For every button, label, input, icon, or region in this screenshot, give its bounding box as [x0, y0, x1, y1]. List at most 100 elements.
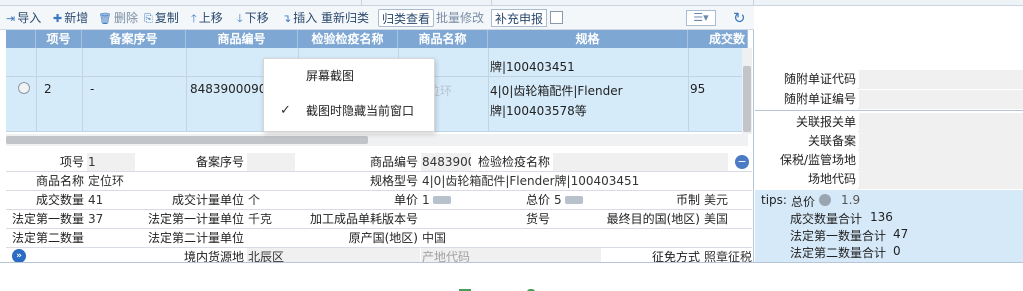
- deal-qty-field[interactable]: 41: [87, 191, 135, 209]
- currency-label: 币制: [614, 191, 702, 209]
- col-divider: [186, 77, 187, 132]
- goods-name-field[interactable]: 定位环: [87, 172, 295, 190]
- inspection-name-field[interactable]: [553, 153, 728, 171]
- site-code-label: 场地代码: [755, 170, 858, 189]
- scrollbar-thumb[interactable]: [743, 66, 751, 132]
- batch-edit-button[interactable]: 批量修改: [436, 9, 484, 27]
- classify-view-button[interactable]: 归类查看: [378, 9, 435, 27]
- move-up-button[interactable]: 🡑 上移: [191, 9, 223, 27]
- doc-no-row: 随附单证编号: [755, 90, 1023, 109]
- legal-unit2-label: 法定第二计量单位: [136, 229, 246, 247]
- header-goods-code[interactable]: 商品编号: [186, 30, 298, 48]
- currency-field[interactable]: 美元: [703, 191, 752, 209]
- header-goods-name[interactable]: 商品名称: [398, 30, 488, 48]
- tips-total-price-label: 总价: [791, 195, 816, 209]
- col-divider: [36, 48, 37, 76]
- doc-code-field[interactable]: [859, 70, 1023, 89]
- import-label: 导入: [17, 11, 42, 25]
- move-down-button[interactable]: 🡓 下移: [237, 9, 269, 27]
- tips-summary: tips: 总价 1.9 成交数量合计 136 法定第一数量合计 47 法定第二…: [755, 190, 1023, 262]
- grid-header: 项号 备案序号 商品编号 检验检疫名称 商品名称 规格 成交数: [6, 30, 748, 48]
- tips-deal-qty-total-label: 成交数量合计: [790, 212, 863, 226]
- col-divider: [82, 77, 83, 132]
- column-menu-button[interactable]: ☰▾: [686, 10, 716, 26]
- move-up-label: 上移: [198, 11, 223, 25]
- item-no-field[interactable]: 1: [87, 153, 135, 171]
- legal-unit2-field[interactable]: [247, 229, 295, 247]
- legal-unit1-field[interactable]: 千克: [247, 210, 295, 228]
- goods-code-field[interactable]: 8483900: [421, 153, 471, 171]
- deal-unit-field[interactable]: 个: [247, 191, 295, 209]
- row-select-radio[interactable]: [18, 82, 30, 94]
- tips-prefix: tips:: [761, 193, 787, 207]
- cargo-no-field[interactable]: [553, 210, 603, 228]
- menu-item-hide-window[interactable]: ✓ 截图时隐藏当前窗口: [264, 99, 436, 123]
- row2-item-no: 2: [44, 82, 52, 96]
- spec-field[interactable]: 4|0|齿轮箱配件|Flender牌|100403451: [421, 172, 752, 190]
- doc-no-label: 随附单证编号: [755, 90, 858, 109]
- doc-no-field[interactable]: [859, 90, 1023, 109]
- delete-button[interactable]: 🗑 删除: [98, 9, 138, 27]
- related-record-field[interactable]: [859, 132, 1023, 151]
- origin-field[interactable]: 中国: [421, 229, 752, 247]
- plus-icon: ✚: [53, 12, 63, 25]
- side-panel-blank: [755, 6, 1023, 66]
- inspection-name-label: 检验检疫名称: [472, 153, 552, 171]
- header-spec[interactable]: 规格: [488, 30, 688, 48]
- screenshot-context-menu: 屏幕截图 ✓ 截图时隐藏当前窗口: [263, 58, 435, 132]
- collapse-icon[interactable]: −: [735, 155, 749, 169]
- header-inspection-name[interactable]: 检验检疫名称: [298, 30, 398, 48]
- legal-qty2-field[interactable]: [87, 229, 135, 247]
- processed-version-field[interactable]: [421, 210, 481, 228]
- add-button[interactable]: ✚ 新增: [53, 9, 88, 27]
- supplement-declare-label: 补充申报: [495, 12, 544, 26]
- site-code-field[interactable]: [859, 170, 1023, 189]
- add-label: 新增: [64, 11, 89, 25]
- col-divider: [82, 48, 83, 76]
- doc-code-label: 随附单证代码: [755, 70, 858, 89]
- header-deal-qty[interactable]: 成交数: [688, 30, 748, 48]
- legal-qty2-label: 法定第二数量: [6, 229, 86, 247]
- tips-legal-qty1-total-value: 47: [893, 227, 909, 241]
- grid-horizontal-scrollbar[interactable]: [6, 134, 748, 146]
- unit-price-field[interactable]: 1: [421, 191, 481, 209]
- copy-button[interactable]: ⎘ 复制: [144, 9, 179, 27]
- col-divider: [488, 48, 489, 76]
- insert-button[interactable]: ↴ 插入: [282, 9, 317, 27]
- deal-unit-label: 成交计量单位: [136, 191, 246, 209]
- declaration-window: ⇥ 导入 ✚ 新增 🗑 删除 ⎘ 复制 🡑 上移 🡓 下移 ↴ 插入 重新归类 归类查看 批量…: [0, 0, 1023, 291]
- scrollbar-thumb[interactable]: [6, 136, 368, 144]
- bonded-site-field[interactable]: [859, 151, 1023, 170]
- supplement-declare-button[interactable]: 补充申报: [491, 9, 548, 27]
- tips-legal-qty2-total-label: 法定第二数量合计: [790, 246, 887, 260]
- dest-country-field[interactable]: 美国: [703, 210, 752, 228]
- row1-spec-line2: 牌|100403451: [490, 60, 575, 74]
- checkmark-icon: ✓: [280, 103, 291, 118]
- doc-code-row: 随附单证代码: [755, 70, 1023, 89]
- related-decl-row: 关联报关单: [755, 113, 1023, 132]
- expand-icon[interactable]: »: [12, 249, 26, 263]
- goods-panel: ⇥ 导入 ✚ 新增 🗑 删除 ⎘ 复制 🡑 上移 🡓 下移 ↴ 插入 重新归类 归类查看 批量…: [0, 6, 754, 267]
- toolbar-checkbox[interactable]: [550, 11, 563, 24]
- header-record-no[interactable]: 备案序号: [82, 30, 186, 48]
- menu-item-hide-window-label: 截图时隐藏当前窗口: [306, 104, 415, 118]
- goods-toolbar: ⇥ 导入 ✚ 新增 🗑 删除 ⎘ 复制 🡑 上移 🡓 下移 ↴ 插入 重新归类 归类查看 批量…: [0, 6, 754, 30]
- menu-item-screenshot-label: 屏幕截图: [306, 69, 355, 83]
- related-decl-field[interactable]: [859, 113, 1023, 132]
- import-icon: ⇥: [6, 12, 16, 25]
- refresh-icon[interactable]: ↻: [733, 9, 749, 27]
- import-button[interactable]: ⇥ 导入: [6, 9, 41, 27]
- related-record-label: 关联备案: [755, 132, 858, 151]
- legal-qty1-label: 法定第一数量: [6, 210, 86, 228]
- legal-qty1-field[interactable]: 37: [87, 210, 135, 228]
- menu-item-screenshot[interactable]: 屏幕截图: [264, 64, 436, 88]
- grid-vertical-scrollbar[interactable]: [742, 48, 752, 134]
- cargo-no-label: 货号: [482, 210, 552, 228]
- header-item-no[interactable]: 项号: [36, 30, 82, 48]
- batch-edit-label: 批量修改: [436, 11, 485, 25]
- related-record-row: 关联备案: [755, 132, 1023, 151]
- total-price-value: 5: [554, 193, 562, 207]
- total-price-field[interactable]: 5: [553, 191, 613, 209]
- record-no-field[interactable]: [247, 153, 295, 171]
- reclassify-button[interactable]: 重新归类: [321, 9, 369, 27]
